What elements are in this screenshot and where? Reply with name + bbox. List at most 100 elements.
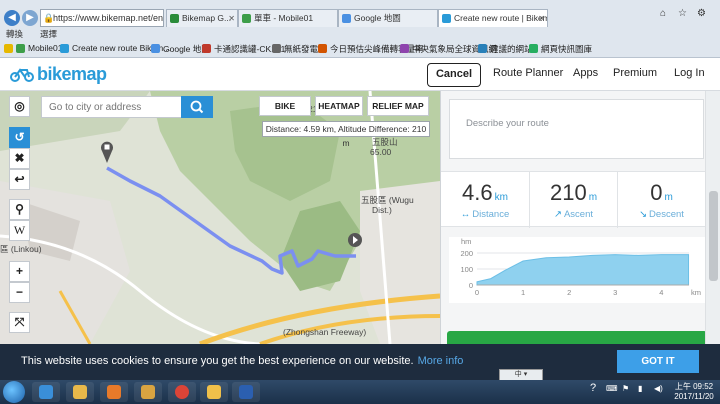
delete-route-icon[interactable]: ✖	[9, 148, 30, 169]
nav-login[interactable]: Log In	[674, 67, 705, 79]
panel-scrollbar[interactable]	[705, 91, 720, 344]
route-distance-info: Distance: 4.59 km, Altitude Difference: …	[262, 121, 430, 148]
favorites-star-icon[interactable]: ☆	[678, 8, 687, 19]
x-tick-label: 2	[567, 288, 571, 297]
nav-route-planner[interactable]: Route Planner	[493, 67, 563, 79]
tab-favicon-icon	[170, 14, 179, 23]
scrollbar-thumb[interactable]	[709, 191, 718, 281]
help-icon[interactable]: ?	[590, 382, 596, 394]
route-start-marker-icon[interactable]	[100, 141, 114, 163]
tab-favicon-icon	[342, 14, 351, 23]
map-label-freeway: (Zhongshan Freeway)	[283, 327, 367, 337]
clock-time: 上午 09:52	[674, 382, 714, 391]
got-it-button[interactable]: GOT IT	[617, 350, 699, 373]
stat-descent-unit: m	[664, 192, 673, 203]
stat-descent-value: 0	[650, 180, 663, 205]
distance-icon: ↔	[460, 209, 471, 220]
system-clock[interactable]: 上午 09:52 2017/11/20	[672, 382, 716, 402]
fullscreen-icon[interactable]: ⤧	[9, 312, 30, 333]
route-end-marker-icon[interactable]	[347, 232, 363, 248]
windows-taskbar: ? ⌨ ⚑ ▮ ◀) 上午 09:52 2017/11/20	[0, 380, 720, 404]
map-canvas[interactable]: 217.30 五股山 65.00 五股區 (Wugu Dist.) 區 (Lin…	[0, 91, 440, 344]
back-icon[interactable]: ◀	[4, 10, 20, 26]
chrome-taskbar-icon[interactable]	[168, 382, 196, 402]
relief-map-button[interactable]: RELIEF MAP ▼	[367, 96, 429, 129]
flag-icon[interactable]: ⚑	[622, 384, 629, 393]
volume-icon[interactable]: ◀)	[654, 384, 663, 393]
route-side-panel: Describe your route 4.6 km ↔ Distance 210 m…	[440, 91, 720, 344]
x-tick-label: 4	[659, 288, 663, 297]
waypoint-pin-icon[interactable]: ⚲	[9, 199, 30, 220]
favorite-link[interactable]: 網頁快訊圖庫	[529, 43, 592, 55]
logo-text: bikemap	[37, 64, 107, 84]
nav-apps[interactable]: Apps	[573, 67, 598, 79]
folder-taskbar-icon[interactable]	[200, 382, 228, 402]
zoom-in-button[interactable]: +	[9, 261, 30, 282]
settings-gear-icon[interactable]: ⚙	[697, 8, 706, 19]
keyboard-icon[interactable]: ⌨	[606, 384, 618, 393]
search-button[interactable]	[181, 96, 213, 118]
stat-descent: 0m ↘ Descent	[617, 172, 705, 228]
favicon-icon	[318, 44, 327, 53]
home-icon[interactable]: ⌂	[660, 8, 666, 19]
route-draw-icon[interactable]: ↺	[9, 127, 30, 148]
cancel-button[interactable]: Cancel	[427, 63, 481, 87]
start-button-icon[interactable]	[3, 381, 25, 403]
favorite-link[interactable]: 建議的網站	[478, 43, 533, 55]
forward-icon[interactable]: ▶	[22, 10, 38, 26]
map-search-box	[41, 96, 213, 118]
browser-tab-google-maps[interactable]: Google 地圖	[338, 9, 438, 27]
cookie-text: This website uses cookies to ensure you …	[21, 355, 414, 367]
browser-tab-mobile01[interactable]: 單車 - Mobile01	[238, 9, 338, 27]
tab-label: Bikemap G...	[182, 13, 232, 23]
zoom-out-button[interactable]: −	[9, 282, 30, 303]
elevation-chart: 200 100 0 hm 0 1 2 3 4 km	[460, 237, 701, 297]
app-taskbar-icon[interactable]	[134, 382, 162, 402]
menu-item[interactable]: 選擇	[40, 28, 57, 40]
favicon-icon	[400, 44, 409, 53]
more-info-link[interactable]: More info	[418, 355, 464, 367]
undo-icon[interactable]: ↩	[9, 169, 30, 190]
search-icon	[190, 100, 204, 114]
locate-icon[interactable]: ◎	[9, 96, 30, 117]
tab-label: Google 地圖	[354, 13, 401, 23]
nav-premium[interactable]: Premium	[613, 67, 657, 79]
heatmap-button[interactable]: HEATMAP	[315, 96, 363, 116]
address-bar[interactable]: 🔒 https://www.bikemap.net/en/rou	[40, 9, 164, 27]
browser-tab-create-route[interactable]: Create new route | Bikema... ✕	[438, 9, 548, 27]
tab-close-icon[interactable]: ✕	[228, 10, 235, 27]
x-tick-label: 3	[613, 288, 617, 297]
x-axis-label: km	[691, 288, 701, 297]
x-tick-label: 1	[521, 288, 525, 297]
route-stats: 4.6 km ↔ Distance 210 m ↗ Ascent 0m ↘ Descent	[441, 171, 705, 228]
y-tick-label: 200	[460, 249, 473, 258]
tab-favicon-icon	[242, 14, 251, 23]
bike-icon	[10, 68, 34, 82]
media-player-taskbar-icon[interactable]	[100, 382, 128, 402]
search-input[interactable]	[42, 97, 182, 117]
route-description-field[interactable]: Describe your route	[449, 99, 704, 159]
bikemap-logo[interactable]: bikemap	[10, 64, 107, 84]
elevation-profile[interactable]: 200 100 0 hm 0 1 2 3 4 km	[449, 237, 705, 303]
favorite-link[interactable]: Mobile01	[16, 43, 63, 53]
network-icon[interactable]: ▮	[638, 384, 642, 393]
favorite-link[interactable]: Google 地圖	[151, 43, 210, 55]
ascent-icon: ↗	[553, 209, 562, 220]
stat-ascent-value: 210	[549, 180, 587, 205]
favicon-icon	[478, 44, 487, 53]
wikipedia-icon[interactable]: W	[9, 220, 30, 241]
y-axis-label: hm	[461, 237, 471, 246]
browser-chrome: ◀ ▶ 🔒 https://www.bikemap.net/en/rou Bik…	[0, 0, 720, 58]
lock-icon: 🔒	[43, 13, 55, 23]
menu-item[interactable]: 轉換	[6, 28, 23, 40]
descent-icon: ↘	[639, 209, 648, 220]
save-route-button[interactable]	[447, 331, 707, 344]
map-label-wugu-dist: Dist.)	[372, 205, 392, 215]
word-taskbar-icon[interactable]	[232, 382, 260, 402]
stat-descent-label: Descent	[649, 209, 684, 220]
tab-close-icon[interactable]: ✕	[538, 10, 545, 27]
browser-tab-bikemap-g[interactable]: Bikemap G... ✕	[166, 9, 238, 27]
ie-taskbar-icon[interactable]	[32, 382, 60, 402]
explorer-taskbar-icon[interactable]	[66, 382, 94, 402]
bike-paths-button[interactable]: BIKE PATHS	[259, 96, 311, 129]
